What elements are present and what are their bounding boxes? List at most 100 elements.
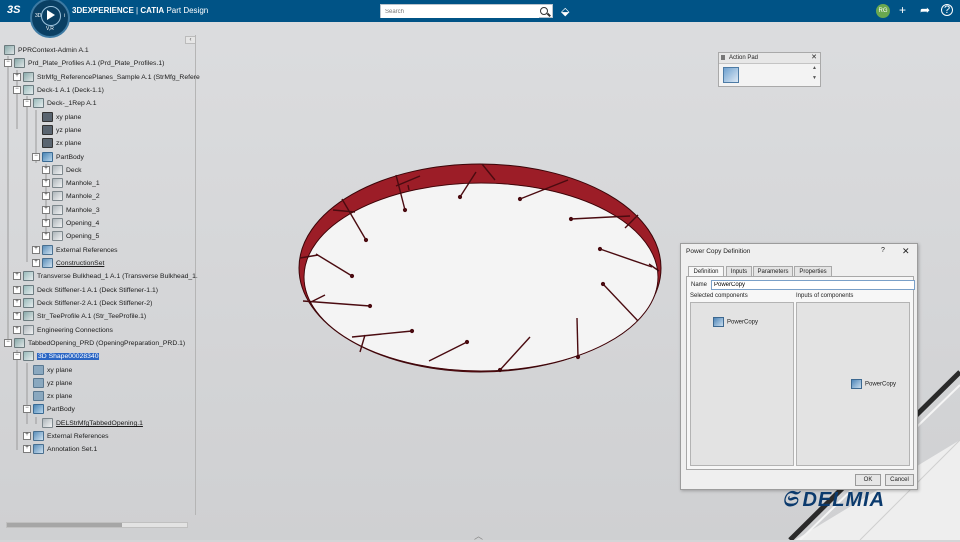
expand-toggle-icon[interactable]: +: [42, 179, 50, 188]
expand-toggle-icon[interactable]: +: [42, 166, 50, 175]
tree-node[interactable]: − Prd_Plate_Profiles A.1 (Prd_Plate_Profi…: [4, 58, 164, 70]
ok-button[interactable]: OK: [855, 474, 881, 486]
action-pad[interactable]: Action Pad ✕ ▲ ▼: [718, 52, 821, 87]
expand-toggle-icon[interactable]: −: [4, 59, 12, 68]
tree-node[interactable]: + ConstructionSet: [32, 258, 104, 270]
module-name: Part Design: [166, 6, 209, 15]
tree-node[interactable]: + Str_TeeProfile A.1 (Str_TeeProfile.1): [13, 311, 146, 323]
tree-node[interactable]: + Deck Stiffener-2 A.1 (Deck Stiffener-2): [13, 298, 152, 310]
tree-node[interactable]: + Manhole_1: [42, 178, 100, 190]
tree-node[interactable]: xy plane: [42, 112, 81, 124]
external-references-icon: [42, 245, 53, 256]
tree-node[interactable]: yz plane: [33, 378, 72, 390]
feature-icon: [52, 231, 63, 242]
tree-node[interactable]: + Deck Stiffener-1 A.1 (Deck Stiffener-1.…: [13, 285, 158, 297]
expand-toggle-icon[interactable]: +: [42, 206, 50, 215]
search-input[interactable]: [381, 5, 539, 18]
tree-node[interactable]: yz plane: [42, 125, 81, 137]
help-icon[interactable]: ?: [941, 4, 953, 16]
compass-3d-label: 3D: [35, 13, 42, 19]
3d-shape-icon: [23, 351, 34, 362]
tree-node[interactable]: + Manhole_2: [42, 191, 100, 203]
tree-node[interactable]: − PartBody: [23, 404, 75, 416]
expand-toggle-icon[interactable]: −: [13, 352, 21, 361]
add-icon[interactable]: +: [899, 3, 906, 17]
tree-node[interactable]: zx plane: [42, 138, 81, 150]
expand-toggle-icon[interactable]: −: [4, 339, 12, 348]
dassault-logo-icon: 3S: [7, 4, 21, 16]
close-icon[interactable]: ✕: [902, 246, 910, 257]
play-icon[interactable]: [47, 10, 55, 20]
tree-horizontal-scrollbar[interactable]: [6, 522, 188, 528]
expand-toggle-icon[interactable]: +: [13, 272, 21, 281]
chevron-up-icon[interactable]: ︿: [474, 529, 483, 542]
tabbed-opening-shape[interactable]: [298, 163, 662, 373]
scroll-down-icon[interactable]: ▼: [812, 75, 817, 81]
expand-toggle-icon[interactable]: +: [32, 259, 40, 268]
tree-node[interactable]: + Annotation Set.1: [23, 444, 97, 456]
expand-toggle-icon[interactable]: +: [13, 299, 21, 308]
brand-name: DELMIA: [802, 489, 886, 511]
expand-toggle-icon[interactable]: +: [32, 246, 40, 255]
expand-toggle-icon[interactable]: −: [32, 153, 40, 162]
product-icon: [4, 45, 15, 56]
expand-toggle-icon[interactable]: +: [42, 232, 50, 241]
expand-toggle-icon[interactable]: +: [23, 432, 31, 441]
tree-node-root[interactable]: PPRContext-Admin A.1: [4, 45, 89, 57]
tree-node[interactable]: − PartBody: [32, 152, 84, 164]
list-item[interactable]: PowerCopy: [851, 379, 896, 389]
scrollbar-thumb[interactable]: [7, 523, 122, 527]
inputs-of-components-list[interactable]: PowerCopy: [796, 302, 910, 466]
expand-toggle-icon[interactable]: +: [13, 73, 21, 82]
tree-node[interactable]: + Opening_4: [42, 218, 99, 230]
tree-node[interactable]: xy plane: [33, 365, 72, 377]
tag-icon[interactable]: ⬙: [561, 5, 569, 18]
tree-node[interactable]: + Engineering Connections: [13, 325, 113, 337]
expand-toggle-icon[interactable]: −: [13, 86, 21, 95]
share-icon[interactable]: ➦: [920, 3, 930, 17]
feature-icon: [52, 178, 63, 189]
top-bar: 3S 3DEXPERIENCE | CATIA Part Design ⬙ RG…: [0, 0, 960, 22]
app-title: 3DEXPERIENCE | CATIA Part Design: [72, 6, 208, 15]
cancel-button[interactable]: Cancel: [885, 474, 914, 486]
tree-node[interactable]: − Deck-1 A.1 (Deck-1.1): [13, 85, 104, 97]
action-pad-header[interactable]: Action Pad ✕: [719, 53, 820, 64]
grip-icon[interactable]: [721, 55, 725, 60]
scroll-up-icon[interactable]: ▲: [812, 65, 817, 71]
tree-node[interactable]: + StrMfg_ReferencePlanes_Sample A.1 (StrM…: [13, 72, 200, 84]
expand-toggle-icon[interactable]: +: [23, 445, 31, 454]
tree-node[interactable]: + Opening_5: [42, 231, 99, 243]
expand-toggle-icon[interactable]: +: [42, 192, 50, 201]
tree-node[interactable]: − Deck-_1Rep A.1: [23, 98, 97, 110]
tree-node[interactable]: + External References: [32, 245, 118, 257]
tree-node[interactable]: + Transverse Bulkhead_1 A.1 (Transverse B…: [13, 271, 198, 283]
expand-toggle-icon[interactable]: −: [23, 405, 31, 414]
product-icon: [23, 311, 34, 322]
expand-toggle-icon[interactable]: +: [13, 326, 21, 335]
avatar[interactable]: RG: [876, 4, 890, 18]
dassault-logo-icon: 𝔖: [782, 486, 799, 511]
name-field[interactable]: [711, 280, 915, 290]
help-icon[interactable]: ?: [881, 247, 885, 254]
tree-node[interactable]: + External References: [23, 431, 109, 443]
close-icon[interactable]: ✕: [811, 53, 817, 63]
selected-components-list[interactable]: PowerCopy: [690, 302, 794, 466]
tree-node[interactable]: DELStrMfgTabbedOpening.1: [42, 418, 143, 430]
expand-toggle-icon[interactable]: +: [42, 219, 50, 228]
list-item[interactable]: PowerCopy: [713, 317, 758, 327]
plane-icon: [42, 112, 53, 123]
tree-node[interactable]: + Manhole_3: [42, 205, 100, 217]
search-icon[interactable]: [540, 7, 548, 15]
power-copy-tool-icon[interactable]: [723, 67, 739, 83]
tree-node[interactable]: − TabbedOpening_PRD (OpeningPreparation_P…: [4, 338, 185, 350]
expand-toggle-icon[interactable]: −: [23, 99, 31, 108]
tree-node[interactable]: zx plane: [33, 391, 72, 403]
feature-icon: [52, 205, 63, 216]
tree-node-selected[interactable]: −3D Shape00028340: [13, 351, 100, 363]
app-name: CATIA: [140, 6, 165, 15]
expand-toggle-icon[interactable]: +: [13, 312, 21, 321]
expand-toggle-icon[interactable]: +: [13, 286, 21, 295]
product-icon: [23, 72, 34, 83]
search-box[interactable]: [380, 4, 553, 18]
tree-node[interactable]: + Deck: [42, 165, 82, 177]
